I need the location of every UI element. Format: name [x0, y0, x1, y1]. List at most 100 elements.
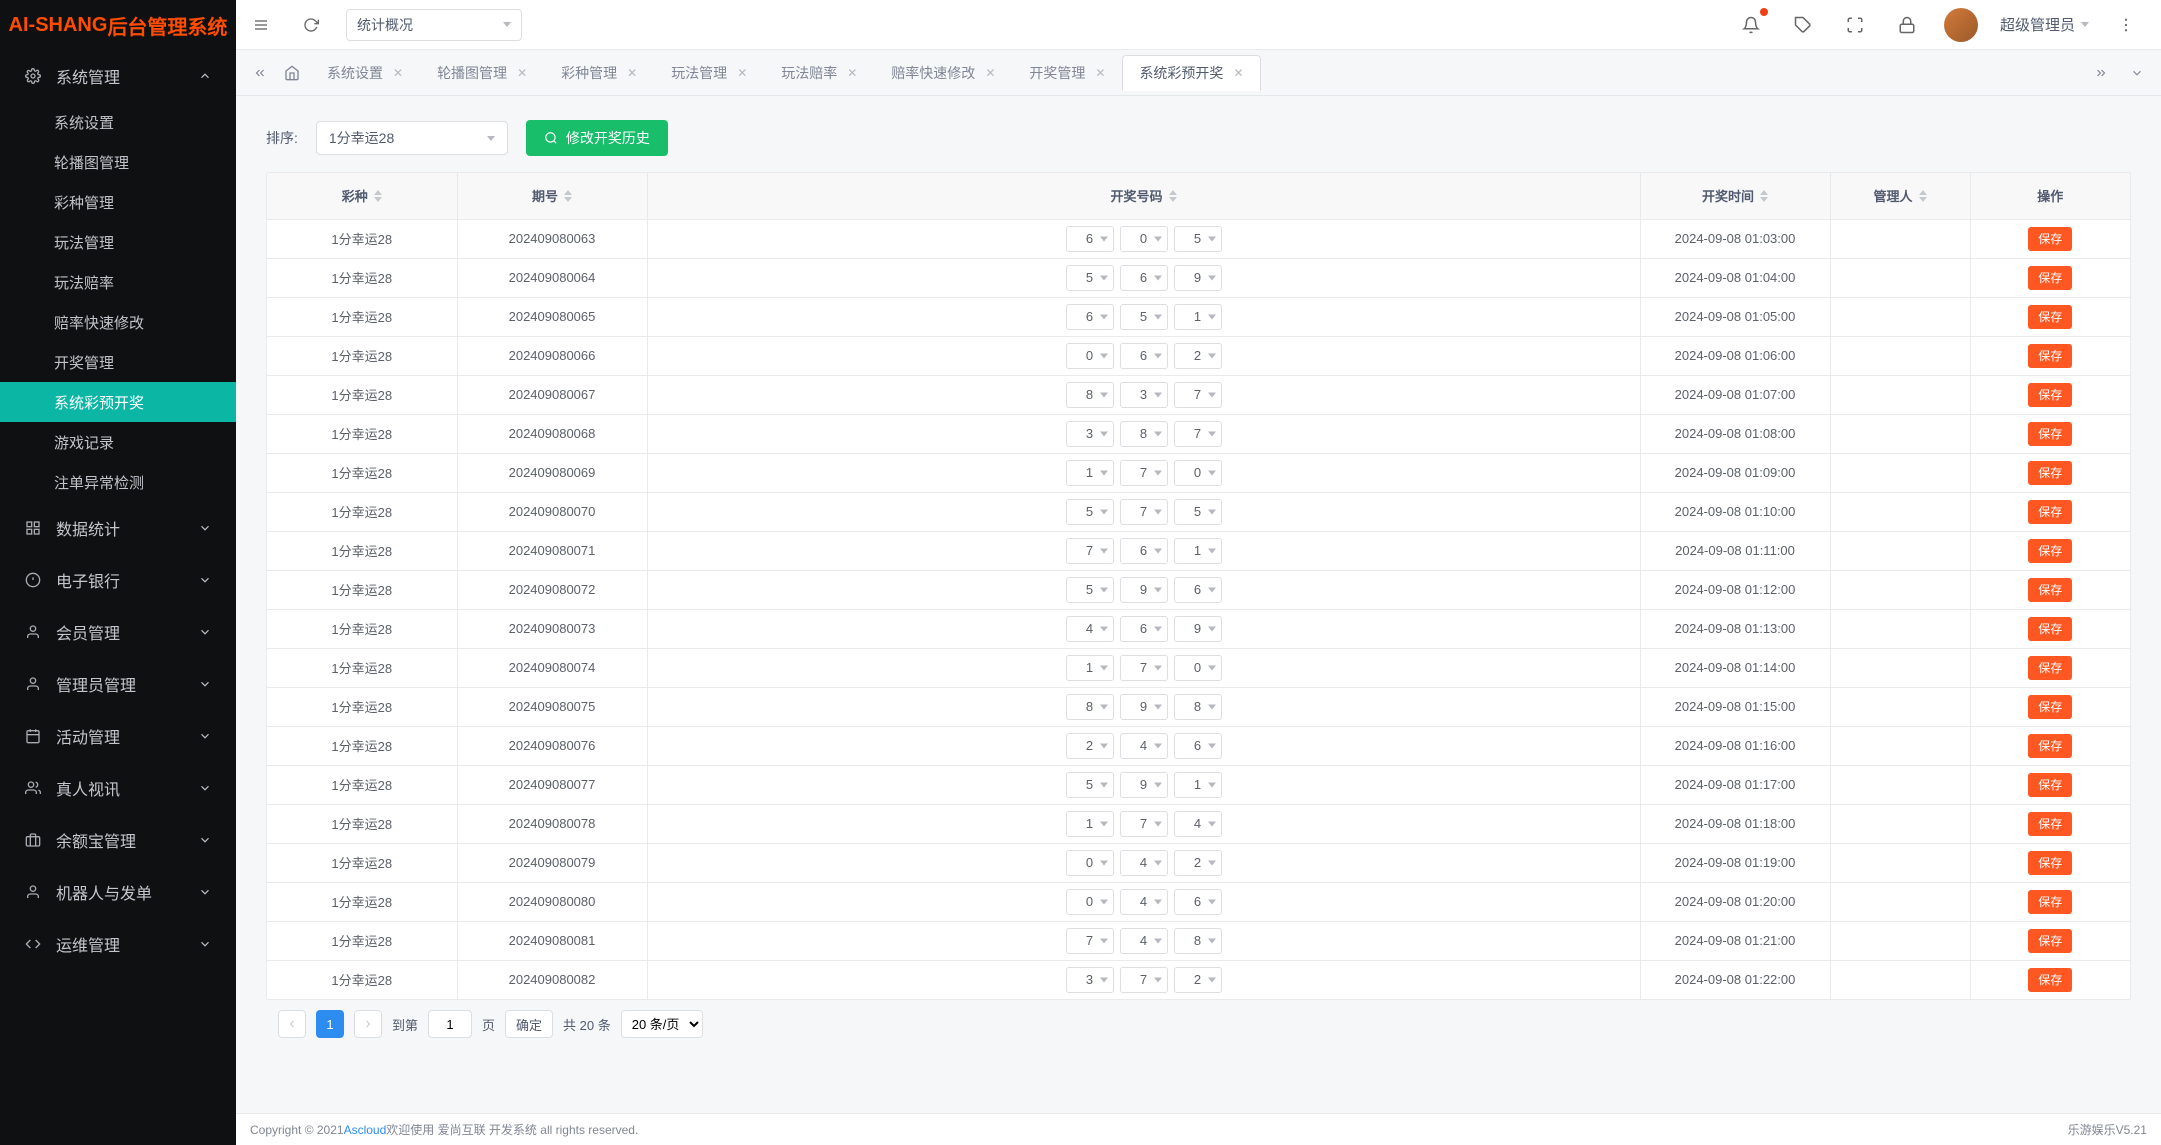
sidebar-item[interactable]: 赔率快速修改	[0, 302, 236, 342]
tabs-scroll-right[interactable]	[2087, 66, 2115, 80]
number-select[interactable]: 3	[1120, 382, 1168, 408]
page-prev[interactable]	[278, 1010, 306, 1038]
save-button[interactable]: 保存	[2028, 617, 2072, 641]
number-select[interactable]: 0	[1066, 889, 1114, 915]
tab[interactable]: 轮播图管理✕	[420, 55, 544, 91]
goto-confirm[interactable]: 确定	[505, 1010, 553, 1038]
save-button[interactable]: 保存	[2028, 851, 2072, 875]
number-select[interactable]: 6	[1120, 538, 1168, 564]
number-select[interactable]: 9	[1174, 616, 1222, 642]
number-select[interactable]: 2	[1066, 733, 1114, 759]
goto-input[interactable]	[428, 1010, 472, 1038]
sidebar-group[interactable]: 真人视讯	[0, 762, 236, 814]
number-select[interactable]: 0	[1066, 850, 1114, 876]
number-select[interactable]: 1	[1174, 772, 1222, 798]
th-time[interactable]: 开奖时间	[1640, 173, 1830, 219]
sidebar-group[interactable]: 管理员管理	[0, 658, 236, 710]
tab[interactable]: 系统设置✕	[310, 55, 420, 91]
sidebar-group[interactable]: 余额宝管理	[0, 814, 236, 866]
save-button[interactable]: 保存	[2028, 578, 2072, 602]
number-select[interactable]: 8	[1120, 421, 1168, 447]
close-icon[interactable]: ✕	[737, 66, 747, 80]
number-select[interactable]: 1	[1174, 304, 1222, 330]
number-select[interactable]: 8	[1066, 694, 1114, 720]
close-icon[interactable]: ✕	[393, 66, 403, 80]
footer-link[interactable]: Ascloud	[344, 1123, 387, 1137]
number-select[interactable]: 8	[1174, 694, 1222, 720]
tab[interactable]: 彩种管理✕	[544, 55, 654, 91]
number-select[interactable]: 7	[1120, 460, 1168, 486]
number-select[interactable]: 8	[1066, 382, 1114, 408]
number-select[interactable]: 6	[1120, 265, 1168, 291]
save-button[interactable]: 保存	[2028, 227, 2072, 251]
number-select[interactable]: 5	[1174, 226, 1222, 252]
number-select[interactable]: 0	[1066, 343, 1114, 369]
menu-toggle-button[interactable]	[246, 10, 276, 40]
number-select[interactable]: 6	[1174, 577, 1222, 603]
number-select[interactable]: 0	[1174, 460, 1222, 486]
th-issue[interactable]: 期号	[457, 173, 647, 219]
number-select[interactable]: 4	[1120, 733, 1168, 759]
tabs-dropdown[interactable]	[2123, 66, 2151, 80]
number-select[interactable]: 7	[1066, 538, 1114, 564]
sidebar-group-system[interactable]: 系统管理	[0, 50, 236, 102]
number-select[interactable]: 1	[1066, 811, 1114, 837]
number-select[interactable]: 5	[1066, 499, 1114, 525]
notifications-button[interactable]	[1736, 10, 1766, 40]
sidebar-item[interactable]: 彩种管理	[0, 182, 236, 222]
sidebar-group[interactable]: 数据统计	[0, 502, 236, 554]
page-next[interactable]	[354, 1010, 382, 1038]
reload-button[interactable]	[296, 10, 326, 40]
sidebar-group[interactable]: 电子银行	[0, 554, 236, 606]
number-select[interactable]: 0	[1174, 655, 1222, 681]
close-icon[interactable]: ✕	[627, 66, 637, 80]
number-select[interactable]: 9	[1120, 694, 1168, 720]
save-button[interactable]: 保存	[2028, 422, 2072, 446]
number-select[interactable]: 6	[1066, 304, 1114, 330]
lottery-select[interactable]: 1分幸运28	[316, 121, 508, 155]
save-button[interactable]: 保存	[2028, 305, 2072, 329]
save-button[interactable]: 保存	[2028, 812, 2072, 836]
sidebar-item[interactable]: 玩法赔率	[0, 262, 236, 302]
number-select[interactable]: 4	[1120, 850, 1168, 876]
save-button[interactable]: 保存	[2028, 890, 2072, 914]
lock-button[interactable]	[1892, 10, 1922, 40]
number-select[interactable]: 5	[1120, 304, 1168, 330]
sidebar-item[interactable]: 玩法管理	[0, 222, 236, 262]
close-icon[interactable]: ✕	[517, 66, 527, 80]
page-current[interactable]: 1	[316, 1010, 344, 1038]
number-select[interactable]: 7	[1120, 655, 1168, 681]
sidebar-item[interactable]: 轮播图管理	[0, 142, 236, 182]
close-icon[interactable]: ✕	[985, 66, 995, 80]
sidebar-item[interactable]: 系统彩预开奖	[0, 382, 236, 422]
number-select[interactable]: 2	[1174, 343, 1222, 369]
tab[interactable]: 玩法赔率✕	[764, 55, 874, 91]
number-select[interactable]: 5	[1174, 499, 1222, 525]
user-menu[interactable]: 超级管理员	[2000, 14, 2089, 35]
tab[interactable]: 赔率快速修改✕	[874, 55, 1012, 91]
save-button[interactable]: 保存	[2028, 539, 2072, 563]
number-select[interactable]: 6	[1066, 226, 1114, 252]
number-select[interactable]: 4	[1174, 811, 1222, 837]
number-select[interactable]: 4	[1120, 928, 1168, 954]
number-select[interactable]: 1	[1174, 538, 1222, 564]
number-select[interactable]: 7	[1174, 421, 1222, 447]
number-select[interactable]: 7	[1120, 811, 1168, 837]
tabs-scroll-left[interactable]	[246, 66, 274, 80]
sidebar-group[interactable]: 会员管理	[0, 606, 236, 658]
number-select[interactable]: 7	[1120, 499, 1168, 525]
number-select[interactable]: 7	[1174, 382, 1222, 408]
close-icon[interactable]: ✕	[1233, 66, 1243, 80]
close-icon[interactable]: ✕	[1095, 66, 1105, 80]
stats-select[interactable]: 统计概况	[346, 9, 522, 41]
number-select[interactable]: 6	[1174, 733, 1222, 759]
number-select[interactable]: 9	[1120, 772, 1168, 798]
number-select[interactable]: 6	[1174, 889, 1222, 915]
number-select[interactable]: 1	[1066, 655, 1114, 681]
save-button[interactable]: 保存	[2028, 344, 2072, 368]
th-admin[interactable]: 管理人	[1830, 173, 1970, 219]
sidebar-item[interactable]: 注单异常检测	[0, 462, 236, 502]
edit-history-button[interactable]: 修改开奖历史	[526, 120, 668, 156]
th-lottery[interactable]: 彩种	[267, 173, 457, 219]
save-button[interactable]: 保存	[2028, 734, 2072, 758]
